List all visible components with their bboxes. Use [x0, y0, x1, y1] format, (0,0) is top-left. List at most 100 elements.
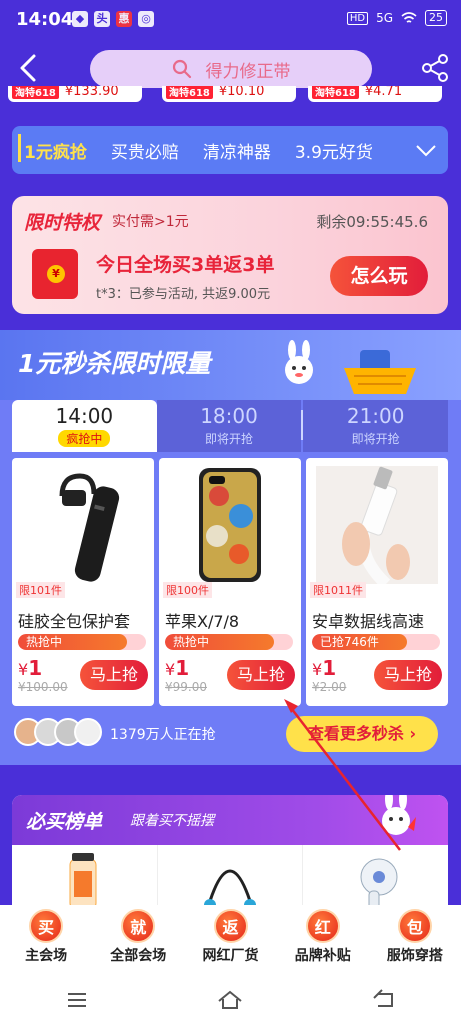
bottom-category-nav: 买 主会场 就 全部会场 返 网红厂货 红 品牌补贴 包 服饰穿搭 — [0, 905, 461, 975]
slot-status: 即将开抢 — [351, 432, 400, 446]
slot-time: 21:00 — [346, 404, 405, 428]
product-card[interactable]: 限1011件 安卓数据线高速 已抢746件 ¥1 ¥2.00 马上抢 — [306, 458, 448, 706]
sale-progress-bar: 已抢746件 — [312, 634, 440, 650]
currency-symbol: ¥ — [165, 660, 176, 679]
buy-now-button[interactable]: 马上抢 — [374, 660, 442, 690]
price-value: 1 — [28, 656, 43, 680]
back-icon[interactable] — [370, 986, 398, 1014]
promo-card[interactable]: 淘特618 ¥4.71 — [308, 86, 442, 102]
nav-badge-icon: 就 — [121, 909, 156, 943]
privilege-title: 限时特权 — [24, 212, 101, 234]
flash-sale-title: 1元秒杀限时限量 — [18, 349, 211, 378]
original-price: ¥2.00 — [312, 680, 347, 694]
tab-cooling[interactable]: 清凉神器 — [191, 138, 283, 163]
phone-case-image — [199, 468, 261, 582]
product-card[interactable]: 限101件 硅胶全包保护套 热抢中 ¥1 ¥100.00 马上抢 — [12, 458, 154, 706]
nav-main-venue[interactable]: 买 主会场 — [0, 905, 92, 975]
menu-icon[interactable] — [63, 986, 91, 1014]
tab-3-9-yuan[interactable]: 3.9元好货 — [283, 138, 385, 163]
buy-now-button[interactable]: 马上抢 — [227, 660, 295, 690]
home-icon[interactable] — [216, 986, 244, 1014]
promo-price: ¥10.10 — [218, 86, 265, 99]
nav-label: 品牌补贴 — [294, 948, 351, 964]
bunny-mascot-icon — [382, 795, 416, 835]
chevron-down-icon[interactable] — [414, 140, 438, 160]
stock-limit: 限100件 — [163, 582, 212, 598]
promo-tag: 淘特618 — [12, 86, 59, 99]
nav-badge-icon: 返 — [213, 909, 248, 943]
nav-label: 网红厂货 — [202, 948, 259, 964]
status-time: 14:04 — [16, 9, 74, 30]
currency-symbol: ¥ — [18, 660, 29, 679]
flash-sale-header: 1元秒杀限时限量 — [0, 330, 461, 400]
tab-1yuan[interactable]: 1元疯抢 — [12, 133, 99, 163]
privilege-condition: 实付需>1元 — [112, 214, 189, 230]
avatar — [74, 718, 102, 746]
countdown: 剩余09:55:45.6 — [316, 213, 428, 231]
earphone-case-image — [59, 473, 120, 582]
nav-fashion[interactable]: 包 服饰穿搭 — [369, 905, 461, 975]
tab-price-guarantee[interactable]: 买贵必赔 — [99, 138, 191, 163]
progress-label: 热抢中 — [26, 635, 63, 649]
search-icon — [172, 59, 191, 79]
how-to-play-button[interactable]: 怎么玩 — [330, 256, 428, 296]
price-value: 1 — [322, 656, 337, 680]
privilege-headline: 今日全场买3单返3单 — [96, 254, 275, 276]
slot-time: 14:00 — [55, 404, 114, 428]
slot-status: 即将开抢 — [205, 432, 254, 446]
category-tabs: 1元疯抢 买贵必赔 清凉神器 3.9元好货 — [12, 126, 448, 174]
sale-price: ¥1 — [18, 656, 42, 680]
time-slot[interactable]: 18:00 即将开抢 — [156, 400, 302, 452]
promo-card[interactable]: 淘特618 ¥133.90 — [8, 86, 142, 102]
sale-progress-bar: 热抢中 — [165, 634, 293, 650]
progress-label: 已抢746件 — [320, 635, 379, 649]
currency-symbol: ¥ — [312, 660, 323, 679]
nav-all-venues[interactable]: 就 全部会场 — [92, 905, 184, 975]
price-value: 1 — [175, 656, 190, 680]
nav-label: 主会场 — [25, 948, 68, 964]
red-envelope-icon — [32, 249, 78, 299]
nav-badge-icon: 买 — [29, 909, 64, 943]
nav-brand-subsidy[interactable]: 红 品牌补贴 — [277, 905, 369, 975]
buy-now-button[interactable]: 马上抢 — [80, 660, 148, 690]
signal-icon: 5G — [376, 11, 393, 25]
promo-price: ¥133.90 — [64, 86, 119, 99]
promo-card[interactable]: 淘特618 ¥10.10 — [162, 86, 296, 102]
status-bar: 14:04 ◆ 头 惠 ◎ HD 5G 25 — [0, 0, 461, 40]
stock-limit: 限101件 — [16, 582, 65, 598]
product-name: 安卓数据线高速 — [312, 612, 425, 631]
sale-progress-bar: 热抢中 — [18, 634, 146, 650]
share-icon[interactable] — [419, 52, 451, 84]
promo-tag: 淘特618 — [166, 86, 213, 99]
nav-influencer-goods[interactable]: 返 网红厂货 — [184, 905, 276, 975]
nav-label: 全部会场 — [110, 948, 167, 964]
hd-icon: HD — [346, 11, 369, 25]
promo-price: ¥4.71 — [364, 86, 403, 99]
original-price: ¥99.00 — [165, 680, 207, 694]
time-slot-bar: 14:00 疯抢中 18:00 即将开抢 21:00 即将开抢 — [12, 400, 449, 452]
must-buy-header: 必买榜单 跟着买不摇摆 — [12, 795, 448, 845]
sale-price: ¥1 — [312, 656, 336, 680]
avatar-group — [14, 718, 102, 746]
nav-label: 服饰穿搭 — [386, 948, 443, 964]
usb-cable-image — [316, 466, 438, 584]
sale-price: ¥1 — [165, 656, 189, 680]
time-slot[interactable]: 21:00 即将开抢 — [303, 400, 449, 452]
search-box[interactable]: 得力修正带 — [90, 50, 372, 88]
slot-time: 18:00 — [200, 404, 258, 428]
weibo-icon: ◎ — [138, 11, 154, 27]
must-buy-title: 必买榜单 — [26, 811, 103, 833]
nav-badge-icon: 红 — [305, 909, 340, 943]
product-card[interactable]: 限100件 苹果X/7/8 热抢中 ¥1 ¥99.00 马上抢 — [159, 458, 301, 706]
back-arrow-icon[interactable] — [14, 52, 44, 84]
notification-icons: ◆ 头 惠 ◎ — [72, 11, 154, 27]
toutiao-icon: 头 — [94, 11, 110, 27]
progress-label: 热抢中 — [173, 635, 210, 649]
product-list: 限101件 硅胶全包保护套 热抢中 ¥1 ¥100.00 马上抢 限100件 苹… — [12, 458, 448, 706]
battery-icon: 25 — [425, 10, 447, 26]
product-name: 硅胶全包保护套 — [18, 612, 131, 631]
time-slot[interactable]: 14:00 疯抢中 — [12, 400, 157, 452]
more-flash-sales-button[interactable]: 查看更多秒杀 › — [286, 716, 438, 752]
shopping-basket-icon — [344, 350, 416, 394]
search-placeholder: 得力修正带 — [205, 61, 291, 82]
